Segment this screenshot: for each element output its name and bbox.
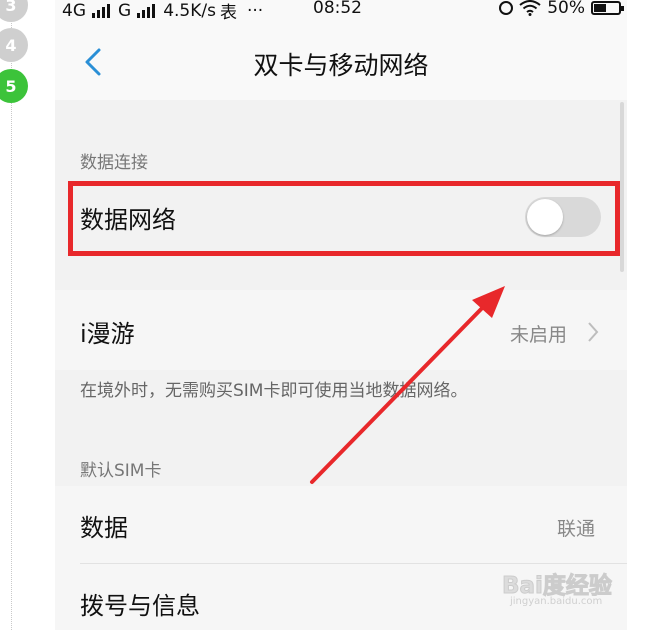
default-data-label: 数据 xyxy=(80,514,128,542)
roaming-description: 在境外时，无需购买SIM卡即可使用当地数据网络。 xyxy=(80,381,468,401)
status-time: 08:52 xyxy=(313,0,362,18)
section-label-default-sim: 默认SIM卡 xyxy=(80,461,162,481)
wifi-icon xyxy=(519,0,541,16)
nav-bar: 双卡与移动网络 xyxy=(55,24,627,100)
roaming-label: i漫游 xyxy=(80,320,135,348)
signal-icon-sim1 xyxy=(92,3,110,18)
step-5-badge[interactable]: 5 xyxy=(0,69,28,103)
page-title: 双卡与移动网络 xyxy=(253,51,429,80)
app-notification-icon: 表 xyxy=(219,3,237,23)
more-notifications-icon: ··· xyxy=(246,0,264,21)
phone-screen: 4G G 4.5K/s 表 ··· 08:52 50% 双卡与移动网络 数据连接… xyxy=(55,0,627,630)
signal-icon-sim2 xyxy=(137,3,156,18)
battery-percent: 50% xyxy=(547,0,585,18)
highlight-box xyxy=(68,181,620,256)
roaming-row[interactable]: i漫游 未启用 xyxy=(55,290,627,370)
sim1-network-type: 4G xyxy=(62,0,86,21)
dial-and-messages-row[interactable]: 拨号与信息 xyxy=(55,564,627,630)
battery-icon xyxy=(591,1,624,15)
default-data-sim-value: 联通 xyxy=(557,518,596,540)
step-rail: 3 4 5 xyxy=(0,0,40,630)
default-data-sim-row[interactable]: 数据 联通 xyxy=(55,486,627,564)
dial-and-messages-label: 拨号与信息 xyxy=(80,592,200,620)
section-label-data-connection: 数据连接 xyxy=(80,153,148,173)
step-3-badge[interactable]: 3 xyxy=(0,0,28,22)
sim2-network-type: G xyxy=(118,0,132,21)
step-4-badge[interactable]: 4 xyxy=(0,28,28,62)
network-speed: 4.5K/s xyxy=(163,0,216,21)
chevron-right-icon xyxy=(588,322,599,342)
alarm-icon xyxy=(499,1,514,15)
status-bar: 4G G 4.5K/s 表 ··· 08:52 50% xyxy=(55,0,627,24)
scrollbar[interactable] xyxy=(620,102,624,272)
roaming-status: 未启用 xyxy=(510,324,568,346)
